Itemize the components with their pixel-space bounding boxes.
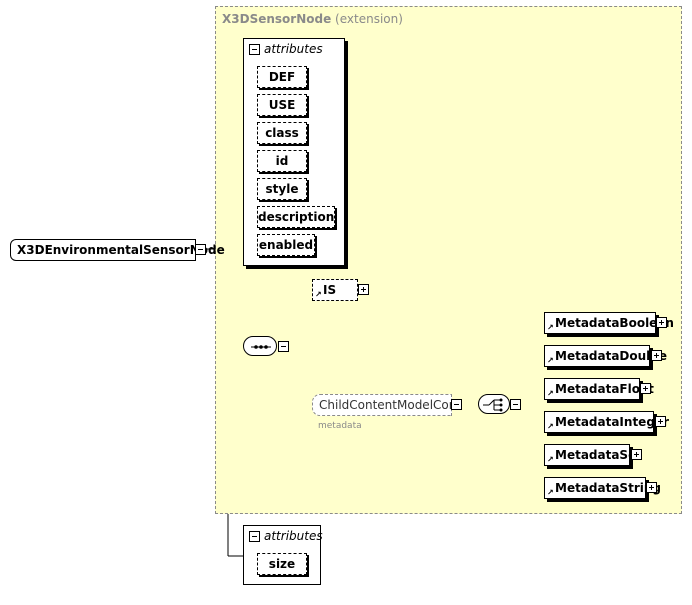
group-collapse-toggle[interactable] (451, 399, 462, 410)
reference-arrow-icon: ↗ (547, 389, 554, 398)
metadata-string-expand-toggle[interactable] (646, 482, 657, 493)
is-element-label: IS (323, 283, 337, 297)
metadata-float-expand-toggle[interactable] (640, 383, 651, 394)
extension-title: X3DSensorNode (222, 12, 332, 26)
metadata-boolean-expand-toggle[interactable] (656, 317, 667, 328)
sequence-collapse-toggle[interactable] (278, 341, 289, 352)
reference-arrow-icon: ↗ (547, 488, 554, 497)
reference-arrow-icon: ↗ (547, 455, 554, 464)
choice-collapse-toggle[interactable] (510, 399, 521, 410)
attributes-top-title: attributes (264, 42, 323, 56)
attribute-enabled[interactable]: enabled (257, 234, 315, 256)
root-element-label: X3DEnvironmentalSensorNode (17, 243, 225, 257)
element-label: MetadataSet (555, 448, 642, 462)
element-metadata-boolean[interactable]: ↗ MetadataBoolean (544, 312, 674, 334)
element-label: MetadataInteger (555, 415, 669, 429)
sequence-icon (251, 345, 271, 349)
attribute-class[interactable]: class (257, 122, 307, 144)
element-metadata-set[interactable]: ↗ MetadataSet (544, 444, 642, 466)
element-metadata-integer[interactable]: ↗ MetadataInteger (544, 411, 669, 433)
attributes-bottom-collapse-toggle[interactable] (249, 531, 260, 542)
attributes-bottom-title: attributes (264, 529, 323, 543)
attribute-description[interactable]: description (257, 206, 335, 228)
attribute-id[interactable]: id (257, 150, 307, 172)
root-element[interactable]: X3DEnvironmentalSensorNode (10, 239, 225, 261)
element-label: MetadataFloat (555, 382, 654, 396)
is-expand-toggle[interactable] (358, 284, 369, 295)
group-label: ChildContentModelCore (319, 398, 461, 412)
is-element[interactable]: ↗ IS (312, 279, 358, 301)
attribute-def[interactable]: DEF (257, 66, 307, 88)
reference-arrow-icon: ↗ (547, 356, 554, 365)
reference-arrow-icon: ↗ (547, 422, 554, 431)
extension-header: X3DSensorNode (extension) (222, 12, 403, 26)
reference-arrow-icon: ↗ (547, 323, 554, 332)
reference-arrow-icon: ↗ (315, 290, 322, 299)
attribute-size[interactable]: size (257, 553, 307, 575)
extension-subtitle: (extension) (335, 12, 403, 26)
sequence-compositor[interactable] (243, 336, 277, 356)
element-metadata-double[interactable]: ↗ MetadataDouble (544, 345, 667, 367)
metadata-double-expand-toggle[interactable] (651, 350, 662, 361)
root-collapse-toggle[interactable] (195, 244, 206, 255)
attribute-style[interactable]: style (257, 178, 307, 200)
element-metadata-string[interactable]: ↗ MetadataString (544, 477, 661, 499)
choice-icon (483, 398, 503, 412)
attribute-use[interactable]: USE (257, 94, 307, 116)
element-metadata-float[interactable]: ↗ MetadataFloat (544, 378, 654, 400)
group-child-content-model-core[interactable]: ChildContentModelCore (312, 394, 461, 416)
metadata-set-expand-toggle[interactable] (631, 449, 642, 460)
group-sublabel: metadata (318, 421, 362, 431)
choice-compositor[interactable] (478, 394, 510, 414)
metadata-integer-expand-toggle[interactable] (655, 416, 666, 427)
attributes-top-collapse-toggle[interactable] (249, 44, 260, 55)
